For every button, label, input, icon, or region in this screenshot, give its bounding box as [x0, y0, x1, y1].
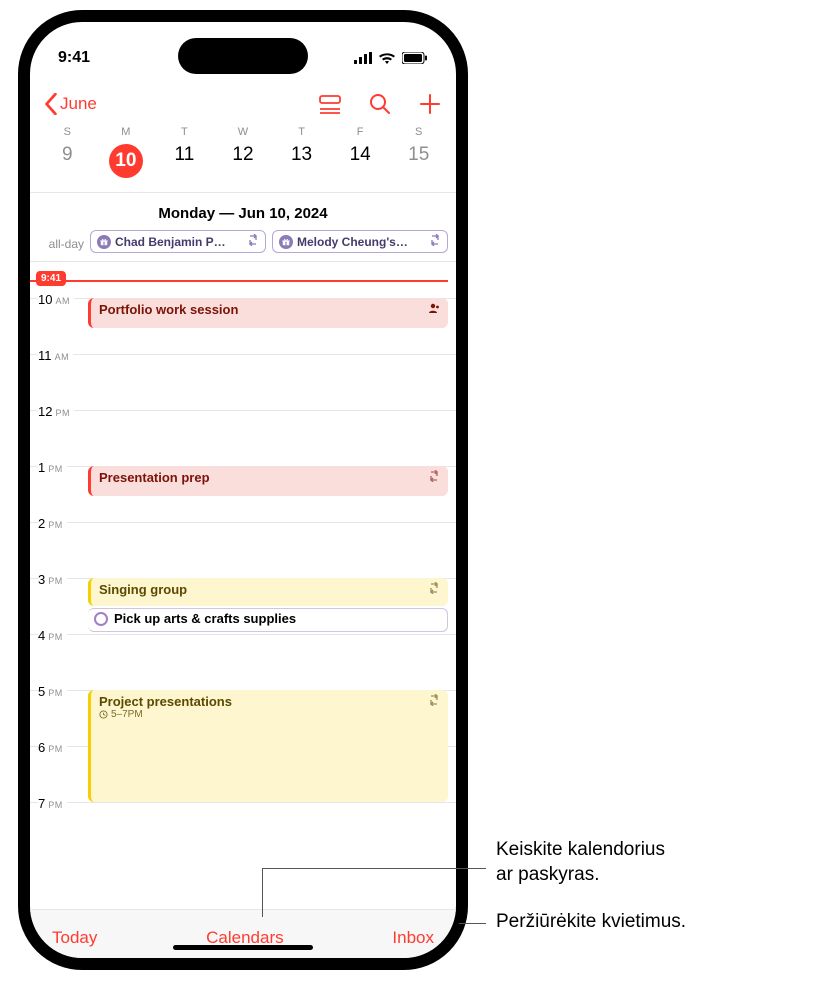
hour-label: 6 PM [38, 740, 67, 755]
hour-label: 4 PM [38, 628, 67, 643]
hour-line: 2 PM [30, 522, 456, 523]
week-day[interactable]: 10 [97, 140, 156, 182]
week-day-row: 9101112131415 [30, 138, 456, 193]
calendar-event[interactable]: Pick up arts & crafts supplies [88, 608, 448, 632]
hour-label: 1 PM [38, 460, 67, 475]
plus-icon [418, 92, 442, 116]
top-bar: June [30, 82, 456, 120]
hour-label: 10 AM [38, 292, 74, 307]
week-header-cell: S [389, 126, 448, 138]
event-title: Singing group [99, 582, 187, 597]
list-view-button[interactable] [318, 92, 342, 116]
event-sub: 5–7PM [99, 709, 440, 720]
add-button[interactable] [418, 92, 442, 116]
calendar-event[interactable]: Portfolio work session [88, 298, 448, 328]
battery-icon [402, 52, 428, 64]
allday-row: all-day Chad Benjamin P… Melody Cheung's… [30, 230, 456, 262]
circle-icon [94, 612, 108, 626]
week-header-cell: S [38, 126, 97, 138]
status-time: 9:41 [58, 49, 90, 67]
now-indicator: 9:41 [30, 280, 448, 282]
hour-label: 2 PM [38, 516, 67, 531]
clock-icon [99, 710, 108, 719]
back-label: June [60, 94, 97, 114]
repeat-icon [428, 470, 440, 485]
hour-label: 11 AM [38, 348, 73, 363]
today-button[interactable]: Today [52, 928, 97, 948]
search-button[interactable] [368, 92, 392, 116]
hour-line: 4 PM [30, 634, 456, 635]
week-header-cell: M [97, 126, 156, 138]
allday-event-title: Melody Cheung's… [297, 235, 408, 249]
hour-line: 11 AM [30, 354, 456, 355]
back-button[interactable]: June [44, 93, 97, 115]
callout-line [459, 923, 486, 924]
callout-line [262, 868, 486, 869]
bottom-bar: Today Calendars Inbox [30, 909, 456, 958]
repeat-icon [247, 234, 259, 249]
week-header: SMTWTFS [30, 120, 456, 138]
callout-calendars: Keiskite kalendoriusar paskyras. [496, 838, 665, 887]
calendar-event[interactable]: Presentation prep [88, 466, 448, 496]
inbox-button[interactable]: Inbox [392, 928, 434, 948]
allday-event[interactable]: Melody Cheung's… [272, 230, 448, 253]
hour-line: 7 PM [30, 802, 456, 803]
cellular-icon [354, 52, 372, 64]
hour-label: 3 PM [38, 572, 67, 587]
phone-frame: 9:41 June [18, 10, 468, 970]
repeat-icon [428, 582, 440, 597]
hour-line: 12 PM [30, 410, 456, 411]
week-header-cell: F [331, 126, 390, 138]
event-title: Project presentations [99, 694, 232, 709]
week-day[interactable]: 15 [389, 140, 448, 182]
hour-label: 5 PM [38, 684, 67, 699]
week-day[interactable]: 11 [155, 140, 214, 182]
week-day[interactable]: 9 [38, 140, 97, 182]
allday-event[interactable]: Chad Benjamin P… [90, 230, 266, 253]
event-title: Presentation prep [99, 470, 210, 485]
calendar-event[interactable]: Singing group [88, 578, 448, 606]
week-day[interactable]: 12 [214, 140, 273, 182]
notch [178, 38, 308, 74]
hour-label: 12 PM [38, 404, 74, 419]
event-title: Portfolio work session [99, 302, 238, 317]
allday-label: all-day [38, 233, 84, 251]
calendar-event[interactable]: Project presentations5–7PM [88, 690, 448, 802]
event-title: Pick up arts & crafts supplies [114, 611, 296, 626]
gift-icon [279, 235, 293, 249]
allday-event-title: Chad Benjamin P… [115, 235, 226, 249]
home-indicator [173, 945, 313, 950]
week-header-cell: W [214, 126, 273, 138]
week-day[interactable]: 13 [272, 140, 331, 182]
list-view-icon [318, 92, 342, 116]
gift-icon [97, 235, 111, 249]
search-icon [368, 92, 392, 116]
repeat-icon [428, 694, 440, 709]
date-label: Monday — Jun 10, 2024 [30, 193, 456, 230]
now-time: 9:41 [36, 271, 66, 286]
wifi-icon [378, 52, 396, 64]
week-day[interactable]: 14 [331, 140, 390, 182]
hour-label: 7 PM [38, 796, 67, 811]
chevron-left-icon [44, 93, 58, 115]
participants-icon [428, 302, 440, 317]
callout-line [262, 868, 263, 917]
timeline[interactable]: 9:41 10 AM 11 AM 12 PM 1 PM 2 PM 3 PM 4 PM 5 PM… [30, 262, 456, 909]
repeat-icon [429, 234, 441, 249]
week-header-cell: T [155, 126, 214, 138]
week-header-cell: T [272, 126, 331, 138]
callout-inbox: Peržiūrėkite kvietimus. [496, 910, 686, 935]
